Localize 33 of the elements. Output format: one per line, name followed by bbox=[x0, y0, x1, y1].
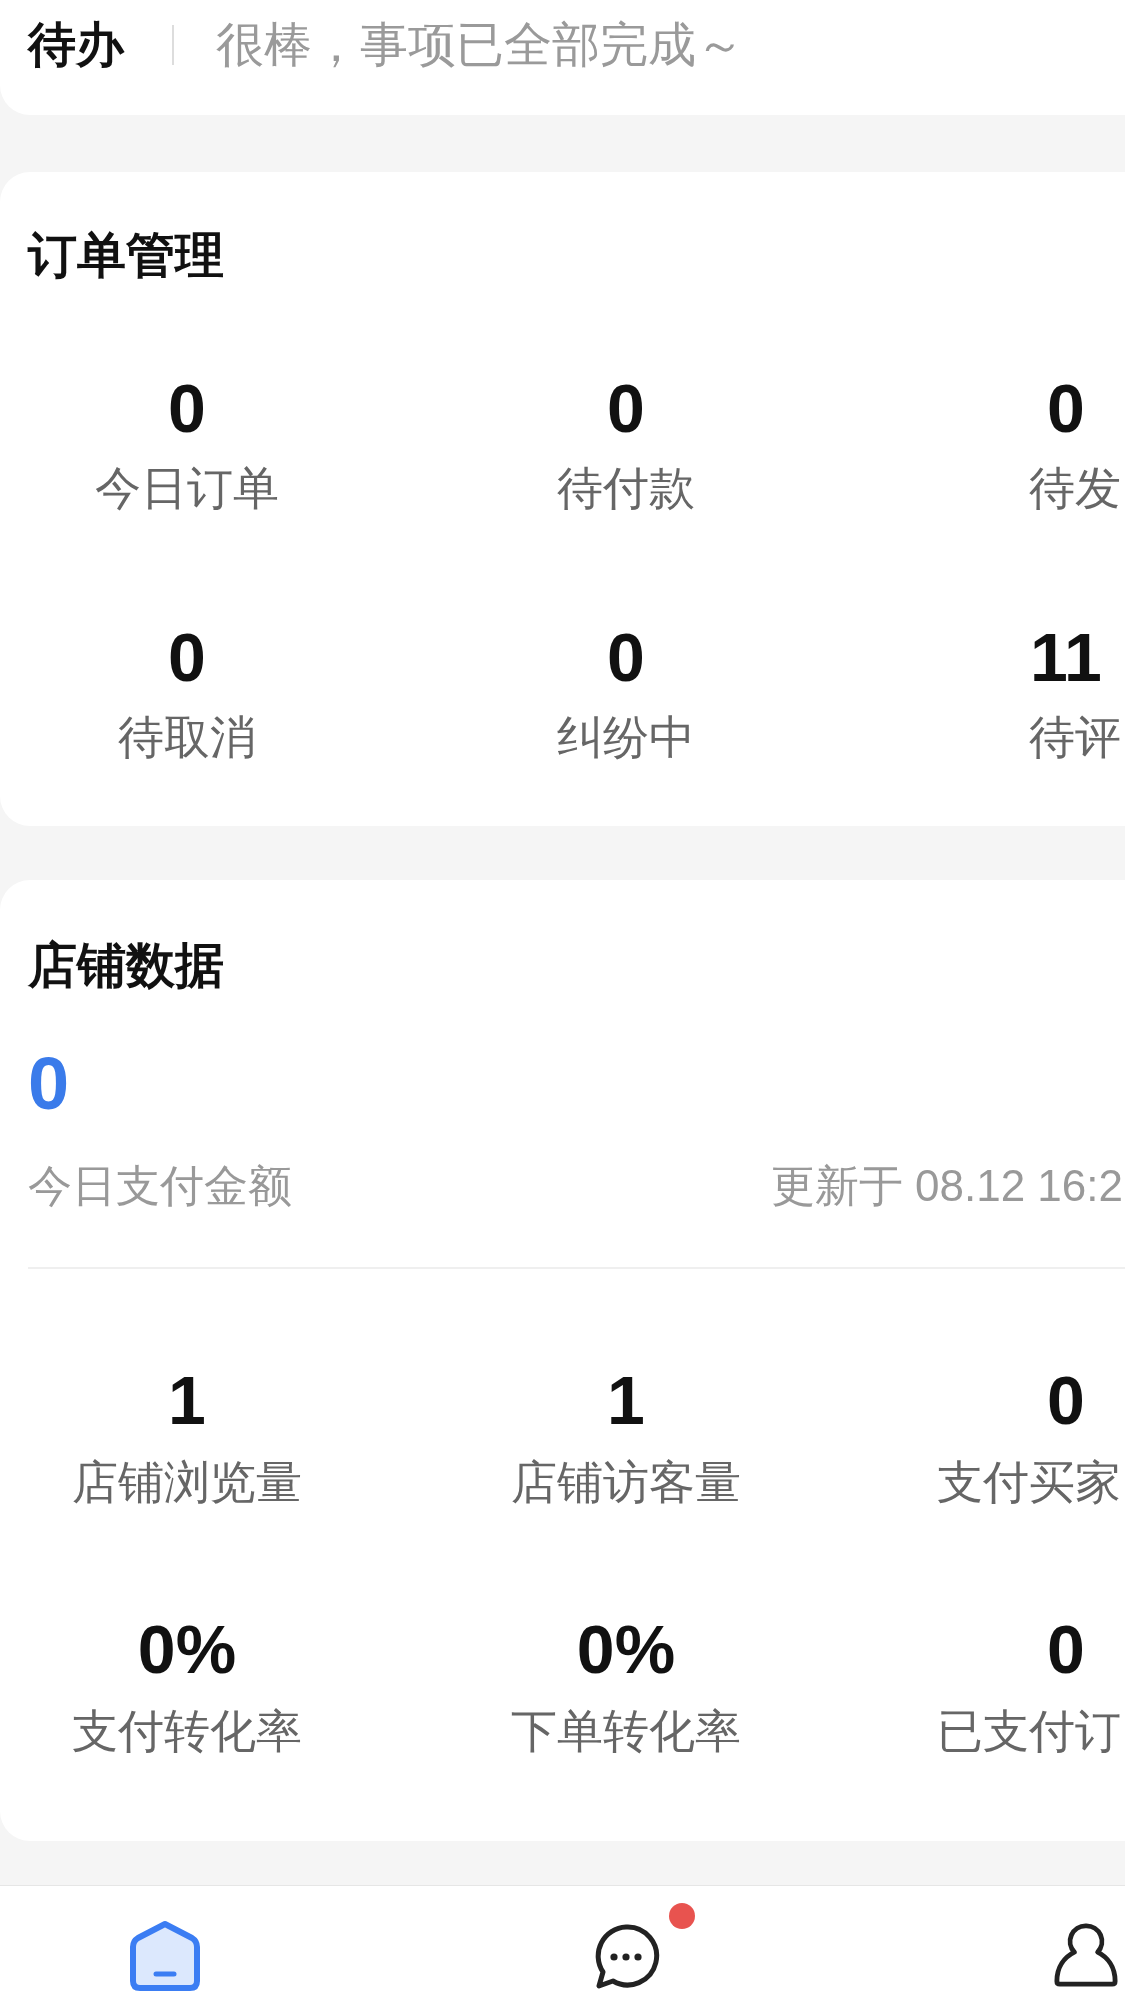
todo-message: 很棒，事项已全部完成～ bbox=[216, 17, 744, 73]
stat-label: 支付转化率 bbox=[72, 1704, 302, 1759]
home-icon[interactable] bbox=[129, 1920, 201, 1992]
update-time: 更新于 08.12 16:2 bbox=[770, 1160, 1123, 1212]
stat-label: 待付款 bbox=[557, 461, 695, 516]
stat-value: 0 bbox=[168, 370, 206, 446]
stat-label: 下单转化率 bbox=[511, 1704, 741, 1759]
stat-value: 0 bbox=[168, 619, 206, 695]
stat-value: 11 bbox=[1030, 619, 1102, 695]
section-title: 店铺数据 bbox=[28, 937, 224, 994]
stat-label: 待取消 bbox=[118, 710, 256, 765]
payment-amount-value: 0 bbox=[28, 1042, 70, 1126]
stat-value: 0 bbox=[1047, 1611, 1085, 1687]
stat-value: 0% bbox=[137, 1611, 237, 1687]
stat-value: 1 bbox=[168, 1362, 206, 1438]
stat-value: 0 bbox=[1047, 370, 1085, 446]
stat-value: 0% bbox=[576, 1611, 676, 1687]
stat-label: 今日订单 bbox=[95, 461, 279, 516]
section-title: 订单管理 bbox=[28, 227, 224, 284]
stat-value: 1 bbox=[607, 1362, 645, 1438]
stat-label: 待发 bbox=[1029, 461, 1121, 516]
stat-label: 已支付订 bbox=[937, 1704, 1121, 1759]
stat-value: 0 bbox=[607, 370, 645, 446]
stat-value: 0 bbox=[607, 619, 645, 695]
stat-label: 店铺访客量 bbox=[511, 1455, 741, 1510]
stat-label: 支付买家 bbox=[937, 1455, 1121, 1510]
person-icon[interactable] bbox=[1052, 1922, 1120, 1988]
stat-label: 纠纷中 bbox=[557, 710, 695, 765]
payment-amount-label: 今日支付金额 bbox=[28, 1160, 292, 1212]
todo-title: 待办 bbox=[28, 17, 124, 73]
stat-label: 待评 bbox=[1029, 710, 1121, 765]
stat-label: 店铺浏览量 bbox=[72, 1455, 302, 1510]
stat-value: 0 bbox=[1047, 1362, 1085, 1438]
